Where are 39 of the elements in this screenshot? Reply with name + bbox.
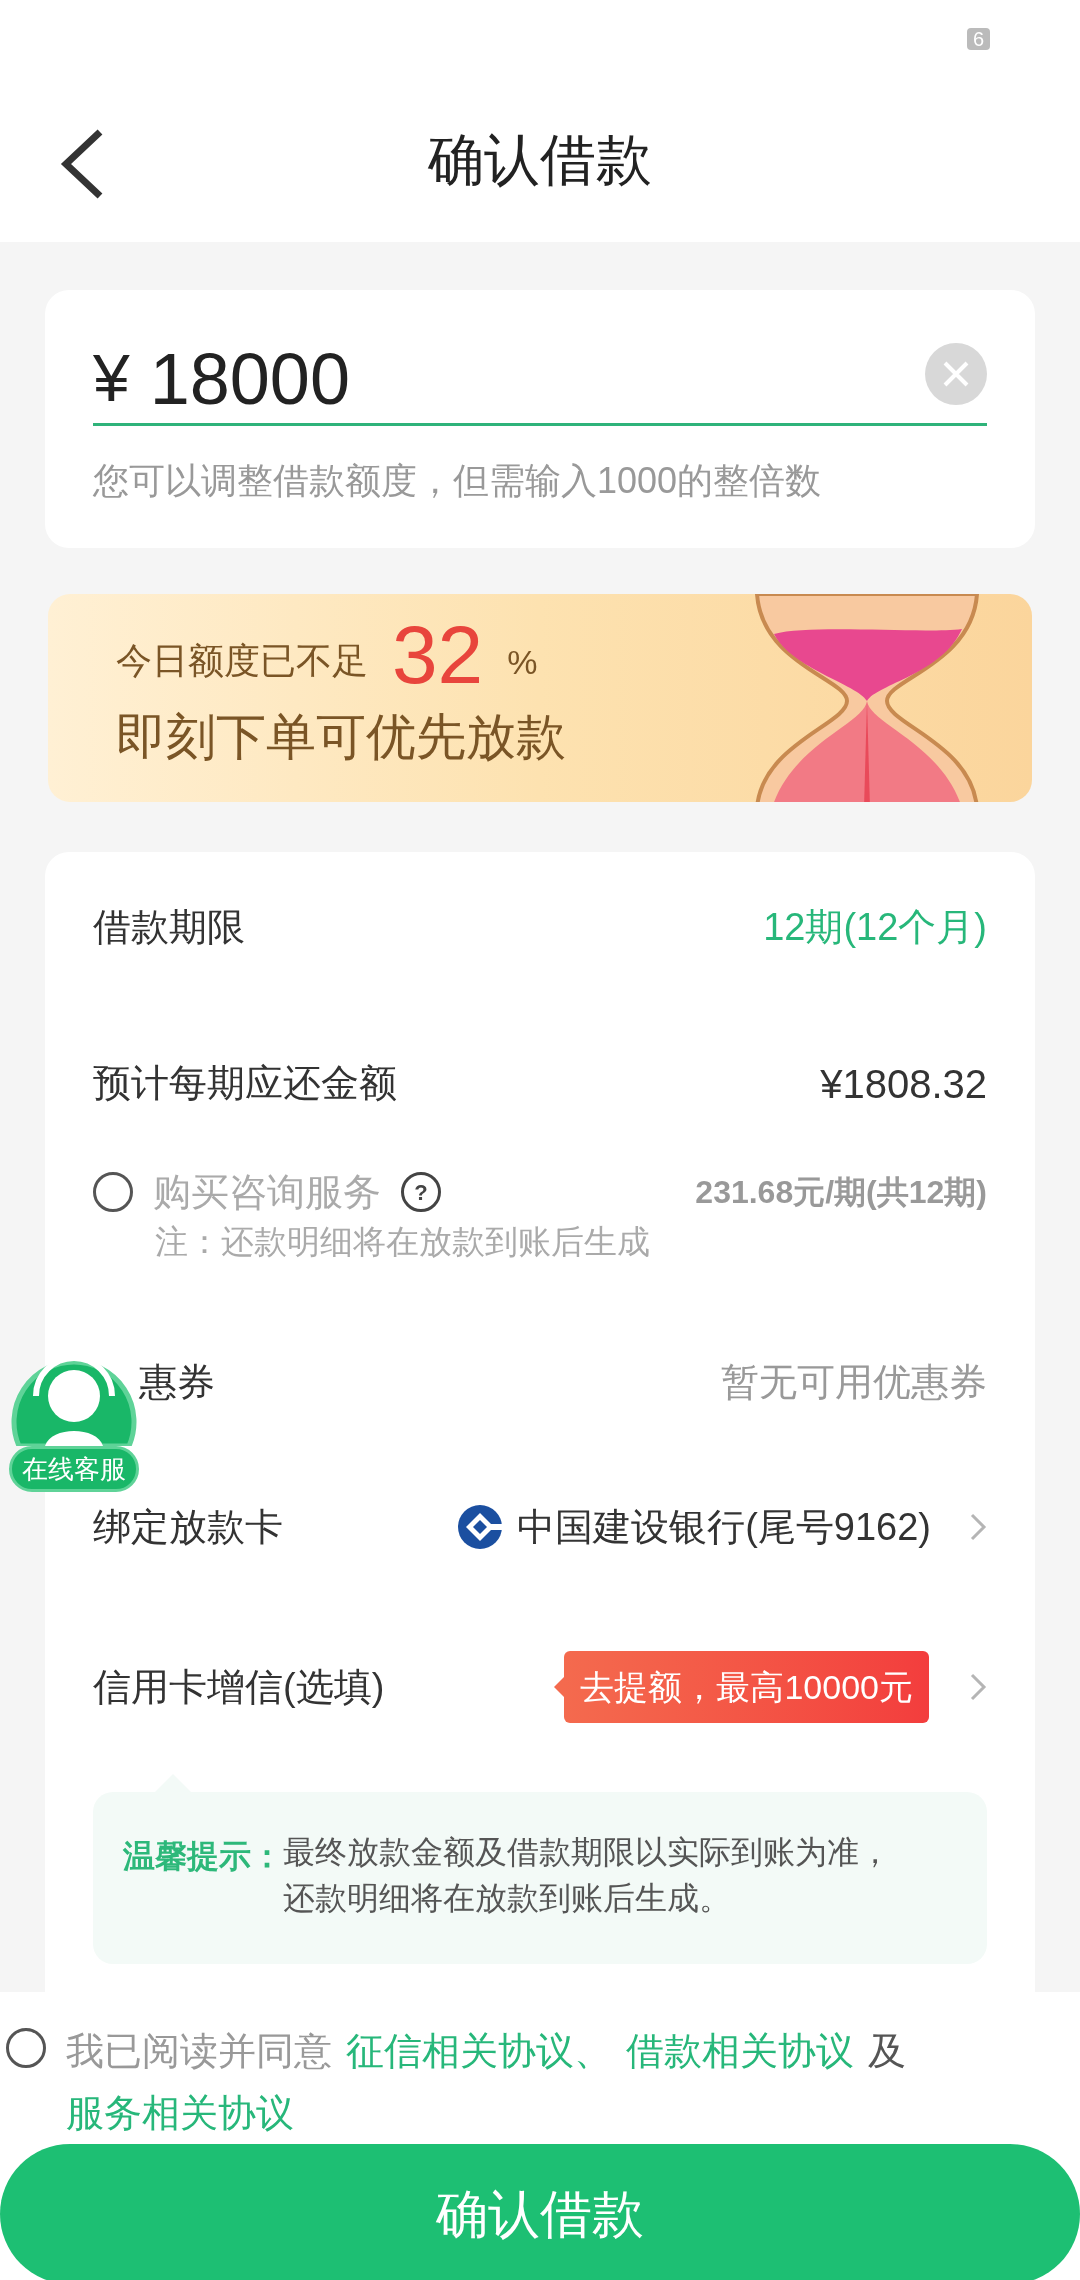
tip-text: 最终放款金额及借款期限以实际到账为准， [283, 1833, 891, 1872]
amount-value: 18000 [149, 337, 350, 421]
page-title: 确认借款 [428, 126, 652, 193]
tip-title: 温馨提示： [123, 1837, 283, 1876]
credit-boost-badge[interactable]: 去提额，最高10000元 [564, 1651, 929, 1723]
banner-text: 今日额度已不足 [116, 639, 368, 684]
row-label: 信用卡增信(选填) [93, 1664, 385, 1710]
radio-button[interactable] [93, 1172, 133, 1213]
row-label: 预计每期应还金额 [93, 1061, 397, 1107]
service-price: 231.68元/期(共12期) [695, 1173, 987, 1213]
tip-text: 还款明细将在放款到账后生成。 [283, 1879, 732, 1918]
amount-hint: 您可以调整借款额度，但需输入1000的整倍数 [93, 459, 823, 504]
banner-percent-sign: % [507, 642, 538, 684]
battery-indicator: 6 [966, 27, 990, 50]
agreement-link[interactable]: 服务相关协议 [66, 2092, 294, 2134]
banner-headline: 即刻下单可优先放款 [116, 708, 566, 768]
row-label: 借款期限 [93, 905, 245, 951]
installment-amount: ¥1808.32 [820, 1060, 987, 1108]
row-label: 惠券 [139, 1359, 215, 1405]
badge-pointer-icon [554, 1677, 565, 1697]
bank-card-value[interactable]: 中国建设银行(尾号9162) [517, 1498, 931, 1556]
confirm-loan-button[interactable]: 确认借款 [0, 2144, 1080, 2280]
help-icon[interactable]: ? [401, 1172, 441, 1213]
coupon-value[interactable]: 暂无可用优惠券 [721, 1353, 987, 1411]
customer-service-label[interactable]: 在线客服 [9, 1446, 139, 1492]
radio-button[interactable] [6, 2028, 46, 2068]
term-value[interactable]: 12期(12个月) [763, 899, 987, 957]
banner-percent: 32 [392, 614, 484, 697]
agreement-link[interactable]: 借款相关协议 [626, 2030, 854, 2072]
service-label: 购买咨询服务 [153, 1169, 381, 1215]
row-label: 绑定放款卡 [93, 1504, 283, 1550]
service-note: 注：还款明细将在放款到账后生成 [155, 1221, 651, 1262]
bank-logo-icon [457, 1504, 504, 1550]
currency-symbol: ¥ [93, 340, 130, 418]
agreement-text: 我已阅读并同意 征信相关协议、 借款相关协议 及 服务相关协议 [66, 2029, 907, 2136]
chevron-right-icon [969, 1512, 987, 1542]
agreement-link[interactable]: 征信相关协议、 [346, 2030, 612, 2072]
chevron-right-icon [969, 1672, 987, 1702]
amount-field[interactable]: ¥ 18000 [93, 334, 987, 427]
